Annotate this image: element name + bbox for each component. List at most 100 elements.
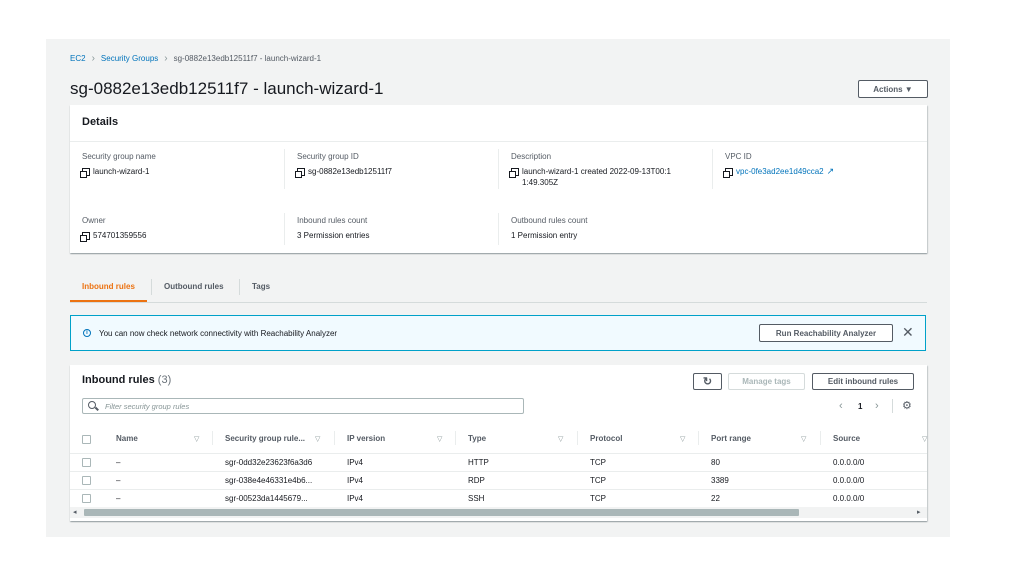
cell-protocol: TCP — [590, 494, 606, 503]
cell-source: 0.0.0.0/0 — [833, 494, 865, 503]
page-title: sg-0882e13edb12511f7 - launch-wizard-1 — [70, 79, 384, 98]
divider — [334, 431, 335, 445]
field-value-vpc-id: vpc-0fe3ad2ee1d49cca2 ↗ — [723, 166, 835, 178]
cell-source: 0.0.0.0/0 — [833, 458, 865, 467]
divider — [70, 471, 927, 472]
copy-icon[interactable] — [509, 168, 519, 178]
horizontal-scrollbar[interactable]: ◂ ▸ — [70, 507, 927, 518]
inbound-rules-table: Inbound rules (3) ↻ Manage tags Edit inb… — [70, 365, 927, 521]
copy-icon[interactable] — [80, 168, 90, 178]
cell-name: – — [116, 476, 121, 485]
copy-icon[interactable] — [80, 232, 90, 242]
divider — [151, 279, 152, 295]
cell-protocol: TCP — [590, 476, 606, 485]
pagination-page[interactable]: 1 — [858, 402, 862, 411]
scrollbar-thumb[interactable] — [84, 509, 799, 516]
sg-id-text: sg-0882e13edb12511f7 — [308, 167, 392, 176]
field-label-sg-name: Security group name — [82, 152, 156, 161]
breadcrumb: EC2 › Security Groups › sg-0882e13edb125… — [70, 53, 321, 64]
vpc-id-link[interactable]: vpc-0fe3ad2ee1d49cca2 — [736, 166, 824, 177]
field-value-description: launch-wizard-1 created 2022-09-13T00:11… — [509, 166, 671, 188]
column-header-name[interactable]: Name — [116, 434, 138, 443]
field-value-sg-id: sg-0882e13edb12511f7 — [295, 166, 392, 178]
field-label-owner: Owner — [82, 216, 106, 225]
tab-tags[interactable]: Tags — [252, 272, 270, 301]
gear-icon[interactable]: ⚙ — [902, 399, 912, 412]
divider — [284, 213, 285, 245]
sort-down-icon[interactable]: ▽ — [315, 435, 320, 443]
column-header-source[interactable]: Source — [833, 434, 860, 443]
tab-outbound-rules[interactable]: Outbound rules — [164, 272, 224, 301]
chevron-right-icon: › — [164, 53, 168, 64]
scroll-right-icon[interactable]: ▸ — [917, 508, 921, 516]
search-input[interactable]: Filter security group rules — [82, 398, 524, 414]
divider — [712, 149, 713, 189]
divider — [577, 431, 578, 445]
breadcrumb-ec2[interactable]: EC2 — [70, 54, 86, 63]
field-label-vpc-id: VPC ID — [725, 152, 752, 161]
divider — [820, 431, 821, 445]
actions-button[interactable]: Actions ▼ — [858, 80, 928, 98]
sg-name-text: launch-wizard-1 — [93, 167, 150, 176]
reachability-info-alert: i You can now check network connectivity… — [70, 315, 926, 351]
scroll-left-icon[interactable]: ◂ — [73, 508, 77, 516]
manage-tags-button[interactable]: Manage tags — [728, 373, 805, 390]
run-reachability-analyzer-button[interactable]: Run Reachability Analyzer — [759, 324, 893, 342]
cell-rule-id: sgr-038e4e46331e4b6... — [225, 476, 313, 485]
sort-down-icon[interactable]: ▽ — [680, 435, 685, 443]
details-panel: Details Security group name launch-wizar… — [70, 105, 927, 253]
row-checkbox[interactable] — [82, 476, 91, 485]
field-value-outbound-count: 1 Permission entry — [511, 231, 578, 240]
cell-protocol: TCP — [590, 458, 606, 467]
sort-down-icon[interactable]: ▽ — [437, 435, 442, 443]
cell-type: SSH — [468, 494, 485, 503]
tab-inbound-rules[interactable]: Inbound rules — [70, 272, 147, 302]
field-value-owner: 574701359556 — [80, 230, 146, 242]
sort-down-icon[interactable]: ▽ — [922, 435, 927, 443]
chevron-right-icon: › — [91, 53, 95, 64]
chevron-left-icon[interactable]: ‹ — [839, 400, 843, 412]
cell-ip-version: IPv4 — [347, 458, 364, 467]
chevron-right-icon[interactable]: › — [875, 400, 879, 412]
breadcrumb-security-groups[interactable]: Security Groups — [101, 54, 158, 63]
cell-ip-version: IPv4 — [347, 494, 364, 503]
divider — [498, 213, 499, 245]
field-label-description: Description — [511, 152, 552, 161]
security-group-page: EC2 › Security Groups › sg-0882e13edb125… — [46, 39, 950, 537]
external-link-icon[interactable]: ↗ — [827, 166, 835, 176]
column-header-port-range[interactable]: Port range — [711, 434, 751, 443]
sort-down-icon[interactable]: ▽ — [558, 435, 563, 443]
divider — [698, 431, 699, 445]
column-header-protocol[interactable]: Protocol — [590, 434, 622, 443]
cell-port-range: 80 — [711, 458, 720, 467]
divider — [70, 489, 927, 490]
select-all-checkbox[interactable] — [82, 435, 91, 444]
row-checkbox[interactable] — [82, 494, 91, 503]
edit-inbound-rules-button[interactable]: Edit inbound rules — [812, 373, 914, 390]
field-value-inbound-count: 3 Permission entries — [297, 231, 370, 240]
cell-port-range: 3389 — [711, 476, 729, 485]
copy-icon[interactable] — [295, 168, 305, 178]
cell-ip-version: IPv4 — [347, 476, 364, 485]
row-checkbox[interactable] — [82, 458, 91, 467]
inbound-count: (3) — [157, 374, 172, 386]
refresh-button[interactable]: ↻ — [693, 373, 722, 390]
refresh-icon: ↻ — [702, 376, 713, 388]
column-header-type[interactable]: Type — [468, 434, 486, 443]
cell-rule-id: sgr-00523da1445679... — [225, 494, 308, 503]
copy-icon[interactable] — [723, 168, 733, 178]
divider — [498, 149, 499, 189]
divider — [70, 453, 927, 454]
close-icon[interactable]: ✕ — [902, 325, 914, 339]
sort-down-icon[interactable]: ▽ — [801, 435, 806, 443]
description-text: launch-wizard-1 created 2022-09-13T00:11… — [522, 167, 671, 187]
cell-name: – — [116, 494, 121, 503]
divider — [212, 431, 213, 445]
tab-bar: Inbound rules Outbound rules Tags — [70, 272, 927, 303]
sort-down-icon[interactable]: ▽ — [194, 435, 199, 443]
column-header-ip-version[interactable]: IP version — [347, 434, 385, 443]
column-header-rule-id[interactable]: Security group rule... — [225, 434, 305, 443]
breadcrumb-current: sg-0882e13edb12511f7 - launch-wizard-1 — [173, 54, 322, 63]
cell-port-range: 22 — [711, 494, 720, 503]
cell-rule-id: sgr-0dd32e23623f6a3d6 — [225, 458, 313, 467]
